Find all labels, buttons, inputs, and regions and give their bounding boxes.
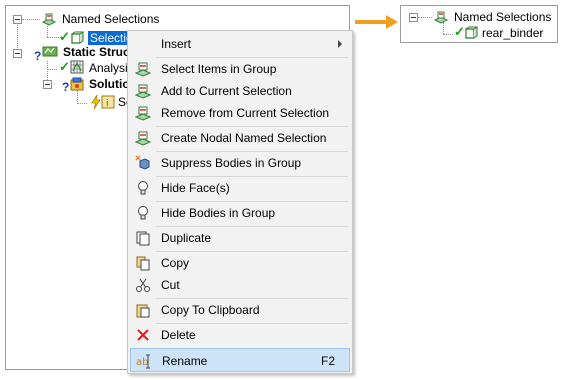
menu-item-remove-from-current-selection[interactable]: Remove from Current Selection	[130, 101, 350, 125]
question-icon: ?	[34, 49, 42, 63]
arrow-icon	[355, 14, 400, 30]
selection-icon	[463, 25, 479, 41]
analysis-settings-icon	[69, 59, 85, 75]
tree-connector	[443, 34, 453, 35]
menu-item-label: Copy	[161, 256, 190, 270]
rename-icon: ab	[136, 353, 152, 369]
delete-icon	[135, 327, 151, 343]
menu-item-label: Duplicate	[161, 231, 212, 245]
context-menu: Insert Select Items in Group Add to Curr…	[127, 30, 353, 374]
tree-item-named-selections[interactable]: Named Selections	[62, 10, 159, 28]
menu-item-create-nodal-named-selection[interactable]: Create Nodal Named Selection	[130, 126, 350, 150]
tree-connector	[22, 19, 40, 20]
duplicate-icon	[135, 230, 151, 246]
menu-item-shortcut: F2	[320, 354, 335, 368]
nodal-selection-icon	[134, 130, 152, 146]
menu-item-rename[interactable]: ab Rename F2	[130, 348, 350, 372]
svg-text:ab: ab	[136, 357, 148, 368]
tree-connector	[77, 103, 87, 104]
suppress-bodies-icon	[135, 155, 151, 171]
tree-connector	[418, 17, 432, 18]
static-structural-icon	[42, 44, 58, 60]
menu-item-label: Add to Current Selection	[161, 84, 292, 98]
named-selection-folder-icon	[433, 9, 449, 25]
menu-item-label: Create Nodal Named Selection	[161, 131, 327, 145]
menu-item-label: Insert	[161, 37, 192, 51]
collapse-toggle[interactable]	[13, 49, 22, 58]
solution-information-icon: i	[100, 94, 116, 110]
collapse-toggle[interactable]	[409, 13, 418, 22]
menu-item-label: Delete	[161, 328, 196, 342]
lightbulb-icon	[135, 180, 151, 196]
collapse-toggle[interactable]	[43, 80, 52, 89]
submenu-arrow-icon	[338, 40, 342, 48]
menu-item-hide-faces[interactable]: Hide Face(s)	[130, 176, 350, 200]
menu-item-label: Copy To Clipboard	[161, 303, 260, 317]
svg-text:i: i	[106, 99, 109, 109]
menu-item-add-to-current-selection[interactable]: Add to Current Selection	[130, 79, 350, 103]
menu-item-label: Hide Bodies in Group	[161, 206, 276, 220]
menu-item-label: Cut	[161, 278, 180, 292]
menu-item-delete[interactable]: Delete	[130, 323, 350, 347]
named-selection-folder-icon	[41, 11, 57, 27]
menu-item-label: Suppress Bodies in Group	[161, 156, 302, 170]
menu-item-suppress-bodies-in-group[interactable]: Suppress Bodies in Group	[130, 151, 350, 175]
menu-item-duplicate[interactable]: Duplicate	[130, 226, 350, 250]
tree-item-rear-binder[interactable]: rear_binder	[482, 24, 543, 42]
menu-item-copy[interactable]: Copy	[130, 251, 350, 275]
menu-item-copy-to-clipboard[interactable]: Copy To Clipboard	[130, 298, 350, 322]
menu-item-select-items-in-group[interactable]: Select Items in Group	[130, 57, 350, 81]
menu-item-label: Rename	[162, 354, 208, 368]
menu-item-insert[interactable]: Insert	[130, 32, 350, 56]
menu-item-cut[interactable]: Cut	[130, 273, 350, 297]
menu-item-hide-bodies-in-group[interactable]: Hide Bodies in Group	[130, 201, 350, 225]
tree-connector	[47, 69, 57, 70]
tree-connector	[77, 90, 78, 104]
lightbulb-icon	[135, 205, 151, 221]
scissors-icon	[135, 277, 151, 293]
select-items-icon	[134, 61, 152, 77]
menu-item-label: Remove from Current Selection	[161, 106, 330, 120]
menu-item-label: Hide Face(s)	[161, 181, 230, 195]
menu-item-label: Select Items in Group	[161, 62, 277, 76]
add-selection-icon	[134, 83, 152, 99]
remove-selection-icon	[134, 105, 152, 121]
outline-tree-after: Named Selections ✓ rear_binder	[400, 5, 558, 43]
copy-icon	[135, 255, 151, 271]
clipboard-icon	[135, 302, 151, 318]
collapse-toggle[interactable]	[13, 15, 22, 24]
